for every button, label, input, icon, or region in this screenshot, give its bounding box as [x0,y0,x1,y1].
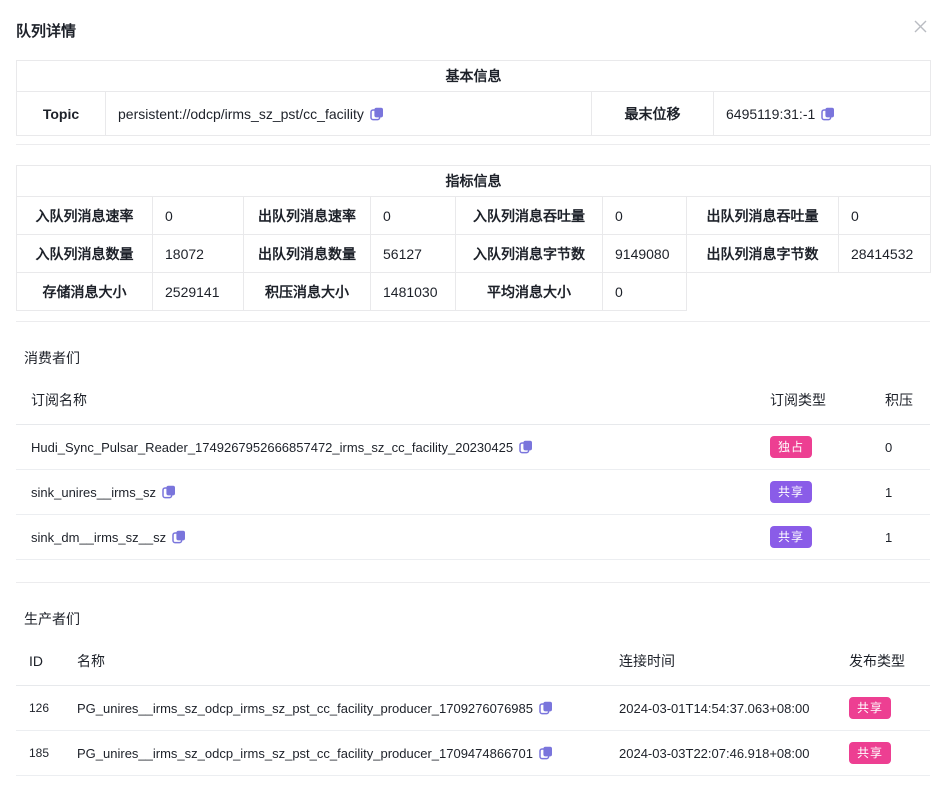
metric-label: 入队列消息字节数 [456,235,603,273]
table-row: 185 PG_unires__irms_sz_odcp_irms_sz_pst_… [16,731,930,776]
table-header-row: 订阅名称 订阅类型 积压 [16,376,930,425]
table-row: 入队列消息数量 18072 出队列消息数量 56127 入队列消息字节数 914… [17,235,931,273]
copy-button[interactable] [539,701,553,715]
copy-icon [162,487,176,502]
column-backlog: 积压 [870,376,930,425]
copy-icon [370,109,384,124]
metrics-table: 指标信息 入队列消息速率 0 出队列消息速率 0 入队列消息吞吐量 0 出队列消… [16,165,931,311]
metric-label: 出队列消息数量 [244,235,371,273]
subscription-name: Hudi_Sync_Pulsar_Reader_1749267952666857… [31,440,513,455]
column-id: ID [16,637,62,686]
copy-icon [172,532,186,547]
producers-table: ID 名称 连接时间 发布类型 126 PG_unires__irms_sz_o… [16,637,930,776]
last-offset-label: 最末位移 [592,92,714,136]
producer-name: PG_unires__irms_sz_odcp_irms_sz_pst_cc_f… [77,701,533,716]
queue-detail-modal: 队列详情 基本信息 Topic persistent://odcp/irms_s… [0,0,947,792]
close-button[interactable] [910,16,931,37]
close-icon [912,23,929,38]
backlog-value: 1 [870,515,930,560]
divider [16,321,930,322]
copy-button[interactable] [370,107,384,121]
subscription-name: sink_dm__irms_sz__sz [31,530,166,545]
table-row: sink_dm__irms_sz__sz 共享 1 [16,515,930,560]
metric-value: 1481030 [371,273,456,311]
table-row: Hudi_Sync_Pulsar_Reader_1749267952666857… [16,425,930,470]
copy-button[interactable] [821,107,835,121]
divider [16,582,930,583]
copy-button[interactable] [519,440,533,454]
topic-value: persistent://odcp/irms_sz_pst/cc_facilit… [118,106,364,122]
metric-value: 0 [153,197,244,235]
table-row: sink_unires__irms_sz 共享 1 [16,470,930,515]
producer-id: 185 [16,731,62,776]
copy-icon [539,748,553,763]
metric-value: 56127 [371,235,456,273]
modal-header: 队列详情 [16,16,931,40]
modal-title: 队列详情 [16,16,76,41]
producers-section-title: 生产者们 [24,609,931,629]
metric-value: 9149080 [603,235,687,273]
divider [16,144,930,145]
connect-time: 2024-03-01T14:54:37.063+08:00 [604,686,834,731]
backlog-value: 0 [870,425,930,470]
copy-button[interactable] [162,485,176,499]
metric-value: 0 [603,197,687,235]
metric-label: 积压消息大小 [244,273,371,311]
copy-icon [821,109,835,124]
column-name: 名称 [62,637,604,686]
metric-label: 平均消息大小 [456,273,603,311]
copy-button[interactable] [172,530,186,544]
metric-label: 入队列消息吞吐量 [456,197,603,235]
last-offset-value: 6495119:31:-1 [726,106,815,122]
column-subscription-type: 订阅类型 [755,376,870,425]
copy-icon [519,442,533,457]
table-row: 126 PG_unires__irms_sz_odcp_irms_sz_pst_… [16,686,930,731]
consumers-table: 订阅名称 订阅类型 积压 Hudi_Sync_Pulsar_Reader_174… [16,376,930,560]
table-row: 指标信息 [17,166,931,197]
metric-value: 28414532 [839,235,931,273]
basic-info-header: 基本信息 [17,61,931,92]
table-row: Topic persistent://odcp/irms_sz_pst/cc_f… [17,92,931,136]
copy-button[interactable] [539,746,553,760]
metric-value: 0 [839,197,931,235]
metric-label: 出队列消息速率 [244,197,371,235]
metric-value: 0 [371,197,456,235]
copy-icon [539,703,553,718]
table-row: 存储消息大小 2529141 积压消息大小 1481030 平均消息大小 0 [17,273,931,311]
metric-label: 入队列消息速率 [17,197,153,235]
producer-name: PG_unires__irms_sz_odcp_irms_sz_pst_cc_f… [77,746,533,761]
metric-label: 入队列消息数量 [17,235,153,273]
consumers-section-title: 消费者们 [24,348,931,368]
publish-type-badge: 共享 [849,697,891,719]
column-publish-type: 发布类型 [834,637,930,686]
column-subscription-name: 订阅名称 [16,376,755,425]
topic-label: Topic [17,92,106,136]
subscription-type-badge: 独占 [770,436,812,458]
metric-label: 出队列消息吞吐量 [687,197,839,235]
metric-value: 18072 [153,235,244,273]
metric-value: 2529141 [153,273,244,311]
metric-label: 出队列消息字节数 [687,235,839,273]
connect-time: 2024-03-03T22:07:46.918+08:00 [604,731,834,776]
basic-info-table: 基本信息 Topic persistent://odcp/irms_sz_pst… [16,60,931,136]
metric-value: 0 [603,273,687,311]
subscription-type-badge: 共享 [770,481,812,503]
subscription-type-badge: 共享 [770,526,812,548]
publish-type-badge: 共享 [849,742,891,764]
table-row: 基本信息 [17,61,931,92]
table-header-row: ID 名称 连接时间 发布类型 [16,637,930,686]
column-connect-time: 连接时间 [604,637,834,686]
backlog-value: 1 [870,470,930,515]
metrics-header: 指标信息 [17,166,931,197]
subscription-name: sink_unires__irms_sz [31,485,156,500]
empty-cell [687,273,931,311]
metric-label: 存储消息大小 [17,273,153,311]
producer-id: 126 [16,686,62,731]
table-row: 入队列消息速率 0 出队列消息速率 0 入队列消息吞吐量 0 出队列消息吞吐量 … [17,197,931,235]
